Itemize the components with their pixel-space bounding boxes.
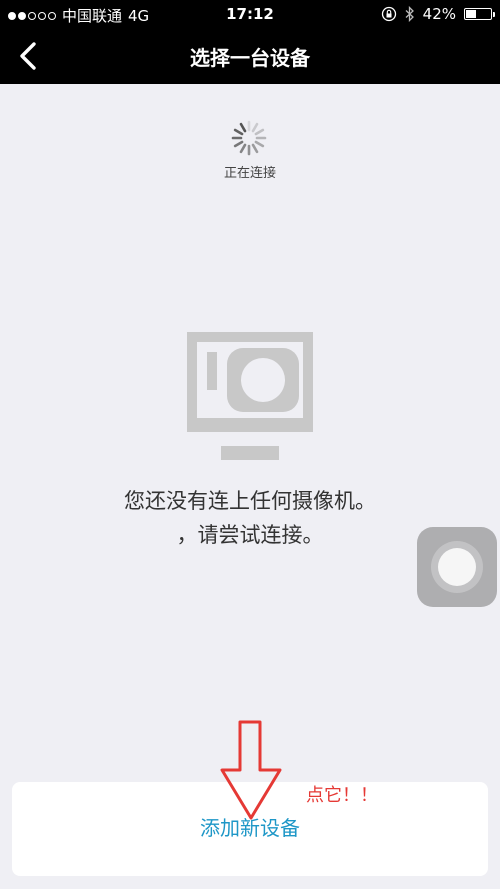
battery-icon	[464, 8, 495, 20]
loading-spinner-icon	[231, 120, 267, 156]
battery-fill	[466, 10, 476, 18]
nav-bar: 选择一台设备	[0, 28, 500, 84]
bluetooth-icon	[405, 6, 414, 22]
connecting-status: 正在连接	[223, 166, 276, 181]
spinner-tick	[251, 122, 259, 133]
annotation-text: 点它！！	[306, 785, 378, 806]
battery-percent: 42%	[422, 5, 456, 23]
camera-icon	[187, 332, 313, 460]
status-right: 42%	[381, 5, 495, 23]
spinner-tick	[251, 143, 259, 154]
status-bar: 中国联通 4G 17:12 42%	[0, 0, 500, 28]
page-title: 选择一台设备	[190, 46, 310, 70]
spinner-tick	[233, 128, 244, 136]
assistive-touch-core	[438, 548, 476, 586]
spinner-tick	[254, 128, 265, 136]
orientation-lock-icon	[381, 6, 396, 22]
annotation-arrow-icon	[220, 720, 282, 820]
spinner-tick	[239, 122, 247, 133]
spinner-tick	[239, 143, 247, 154]
spinner-tick	[233, 140, 244, 148]
spinner-tick	[254, 140, 265, 148]
assistive-touch-ring	[431, 541, 483, 593]
empty-message-line1: 您还没有连上任何摄像机。	[124, 489, 376, 513]
assistive-touch-button[interactable]	[417, 527, 497, 607]
